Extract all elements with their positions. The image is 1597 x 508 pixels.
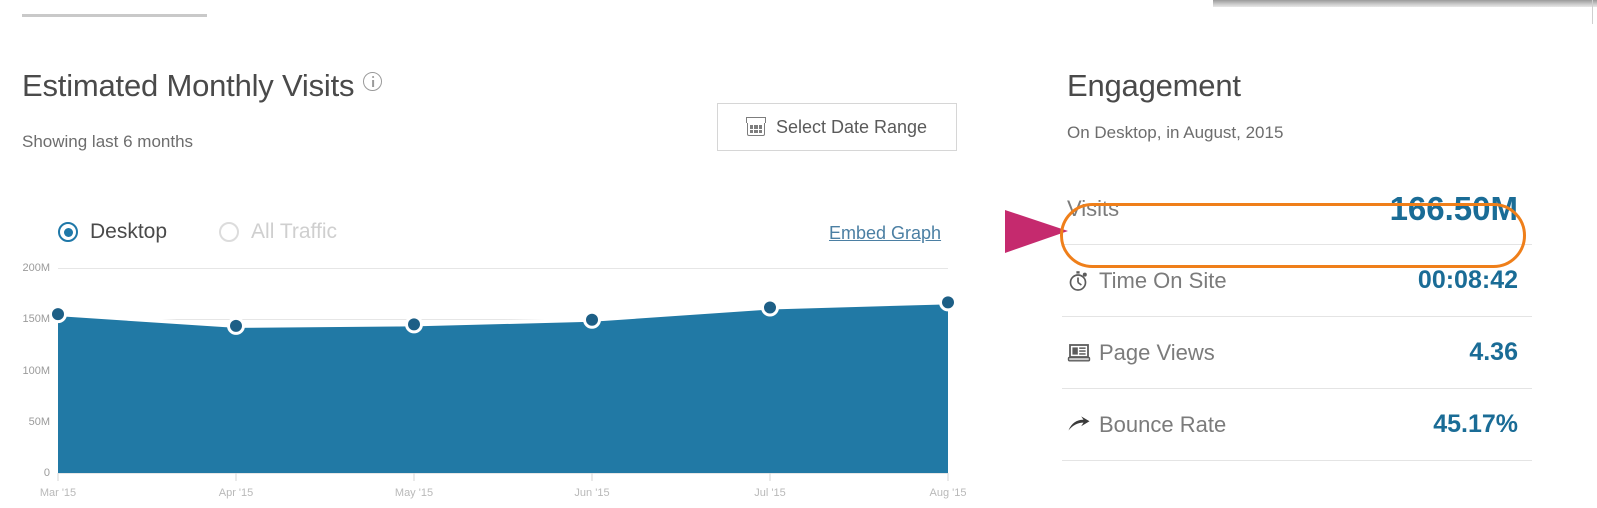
x-axis-tick-label: Jul '15 (754, 487, 786, 499)
top-tab-underline (22, 14, 207, 17)
calendar-icon (746, 117, 766, 136)
metric-label: Visits (1067, 195, 1120, 221)
select-date-range-button[interactable]: Select Date Range (717, 103, 957, 151)
metric-row-visits[interactable]: Visits 166.50M (1062, 173, 1532, 245)
engagement-metric-list: Visits 166.50M Time On Site 00:08:42 Page Vi… (1062, 173, 1532, 461)
engagement-subtitle: On Desktop, in August, 2015 (1067, 123, 1284, 142)
chart-plot-area (49, 293, 957, 481)
chart-data-point[interactable] (939, 293, 957, 312)
metric-value: 45.17% (1433, 410, 1518, 438)
metric-label: Page Views (1099, 339, 1215, 365)
metric-label-group: Page Views (1067, 340, 1215, 366)
metric-row-page-views[interactable]: Page Views 4.36 (1062, 317, 1532, 389)
x-axis-tick-label: Apr '15 (218, 487, 254, 499)
engagement-panel: Engagement On Desktop, in August, 2015 V… (1062, 40, 1532, 461)
chart-data-point[interactable] (583, 310, 601, 329)
bounce-arrow-icon (1068, 415, 1090, 430)
top-right-edge-line (1592, 0, 1593, 24)
metric-row-time-on-site[interactable]: Time On Site 00:08:42 (1062, 245, 1532, 317)
estimated-monthly-visits-panel: Estimated Monthly Visits Showing last 6 … (0, 40, 1010, 508)
page-title: Estimated Monthly Visits (22, 68, 383, 104)
chart-data-point[interactable] (227, 316, 245, 335)
engagement-title: Engagement (1067, 68, 1241, 103)
chart-area-fill (58, 302, 948, 473)
metric-value: 166.50M (1389, 189, 1518, 227)
stopwatch-icon (1069, 270, 1087, 291)
metric-label-group: Bounce Rate (1067, 412, 1226, 438)
x-axis-tick-label: Aug '15 (929, 487, 967, 499)
metric-value: 00:08:42 (1417, 266, 1518, 294)
metric-label: Bounce Rate (1099, 411, 1227, 437)
visits-area-chart: 0 50M 100M 150M 200M Mar '15 Apr '15 May '15 Ju… (0, 223, 1010, 508)
chart-data-point[interactable] (49, 305, 67, 324)
metric-row-bounce-rate[interactable]: Bounce Rate 45.17% (1062, 389, 1532, 461)
metric-label-group: Visits (1067, 196, 1119, 222)
chart-data-point[interactable] (405, 315, 423, 334)
analytics-screenshot: Estimated Monthly Visits Showing last 6 … (0, 0, 1597, 508)
page-title-text: Estimated Monthly Visits (22, 68, 355, 103)
select-date-range-label: Select Date Range (775, 116, 928, 137)
metric-label-group: Time On Site (1067, 268, 1227, 294)
metric-label: Time On Site (1099, 267, 1227, 293)
info-icon[interactable] (363, 72, 383, 91)
x-axis-tick-label: Jun '15 (574, 487, 610, 499)
x-axis-tick-label: Mar '15 (39, 487, 77, 499)
top-right-bar (1213, 0, 1597, 7)
x-axis-tick-label: May '15 (394, 487, 434, 499)
chart-subtitle: Showing last 6 months (22, 132, 194, 151)
chart-data-point[interactable] (761, 298, 779, 317)
metric-value: 4.36 (1469, 338, 1518, 366)
page-icon (1067, 343, 1091, 361)
